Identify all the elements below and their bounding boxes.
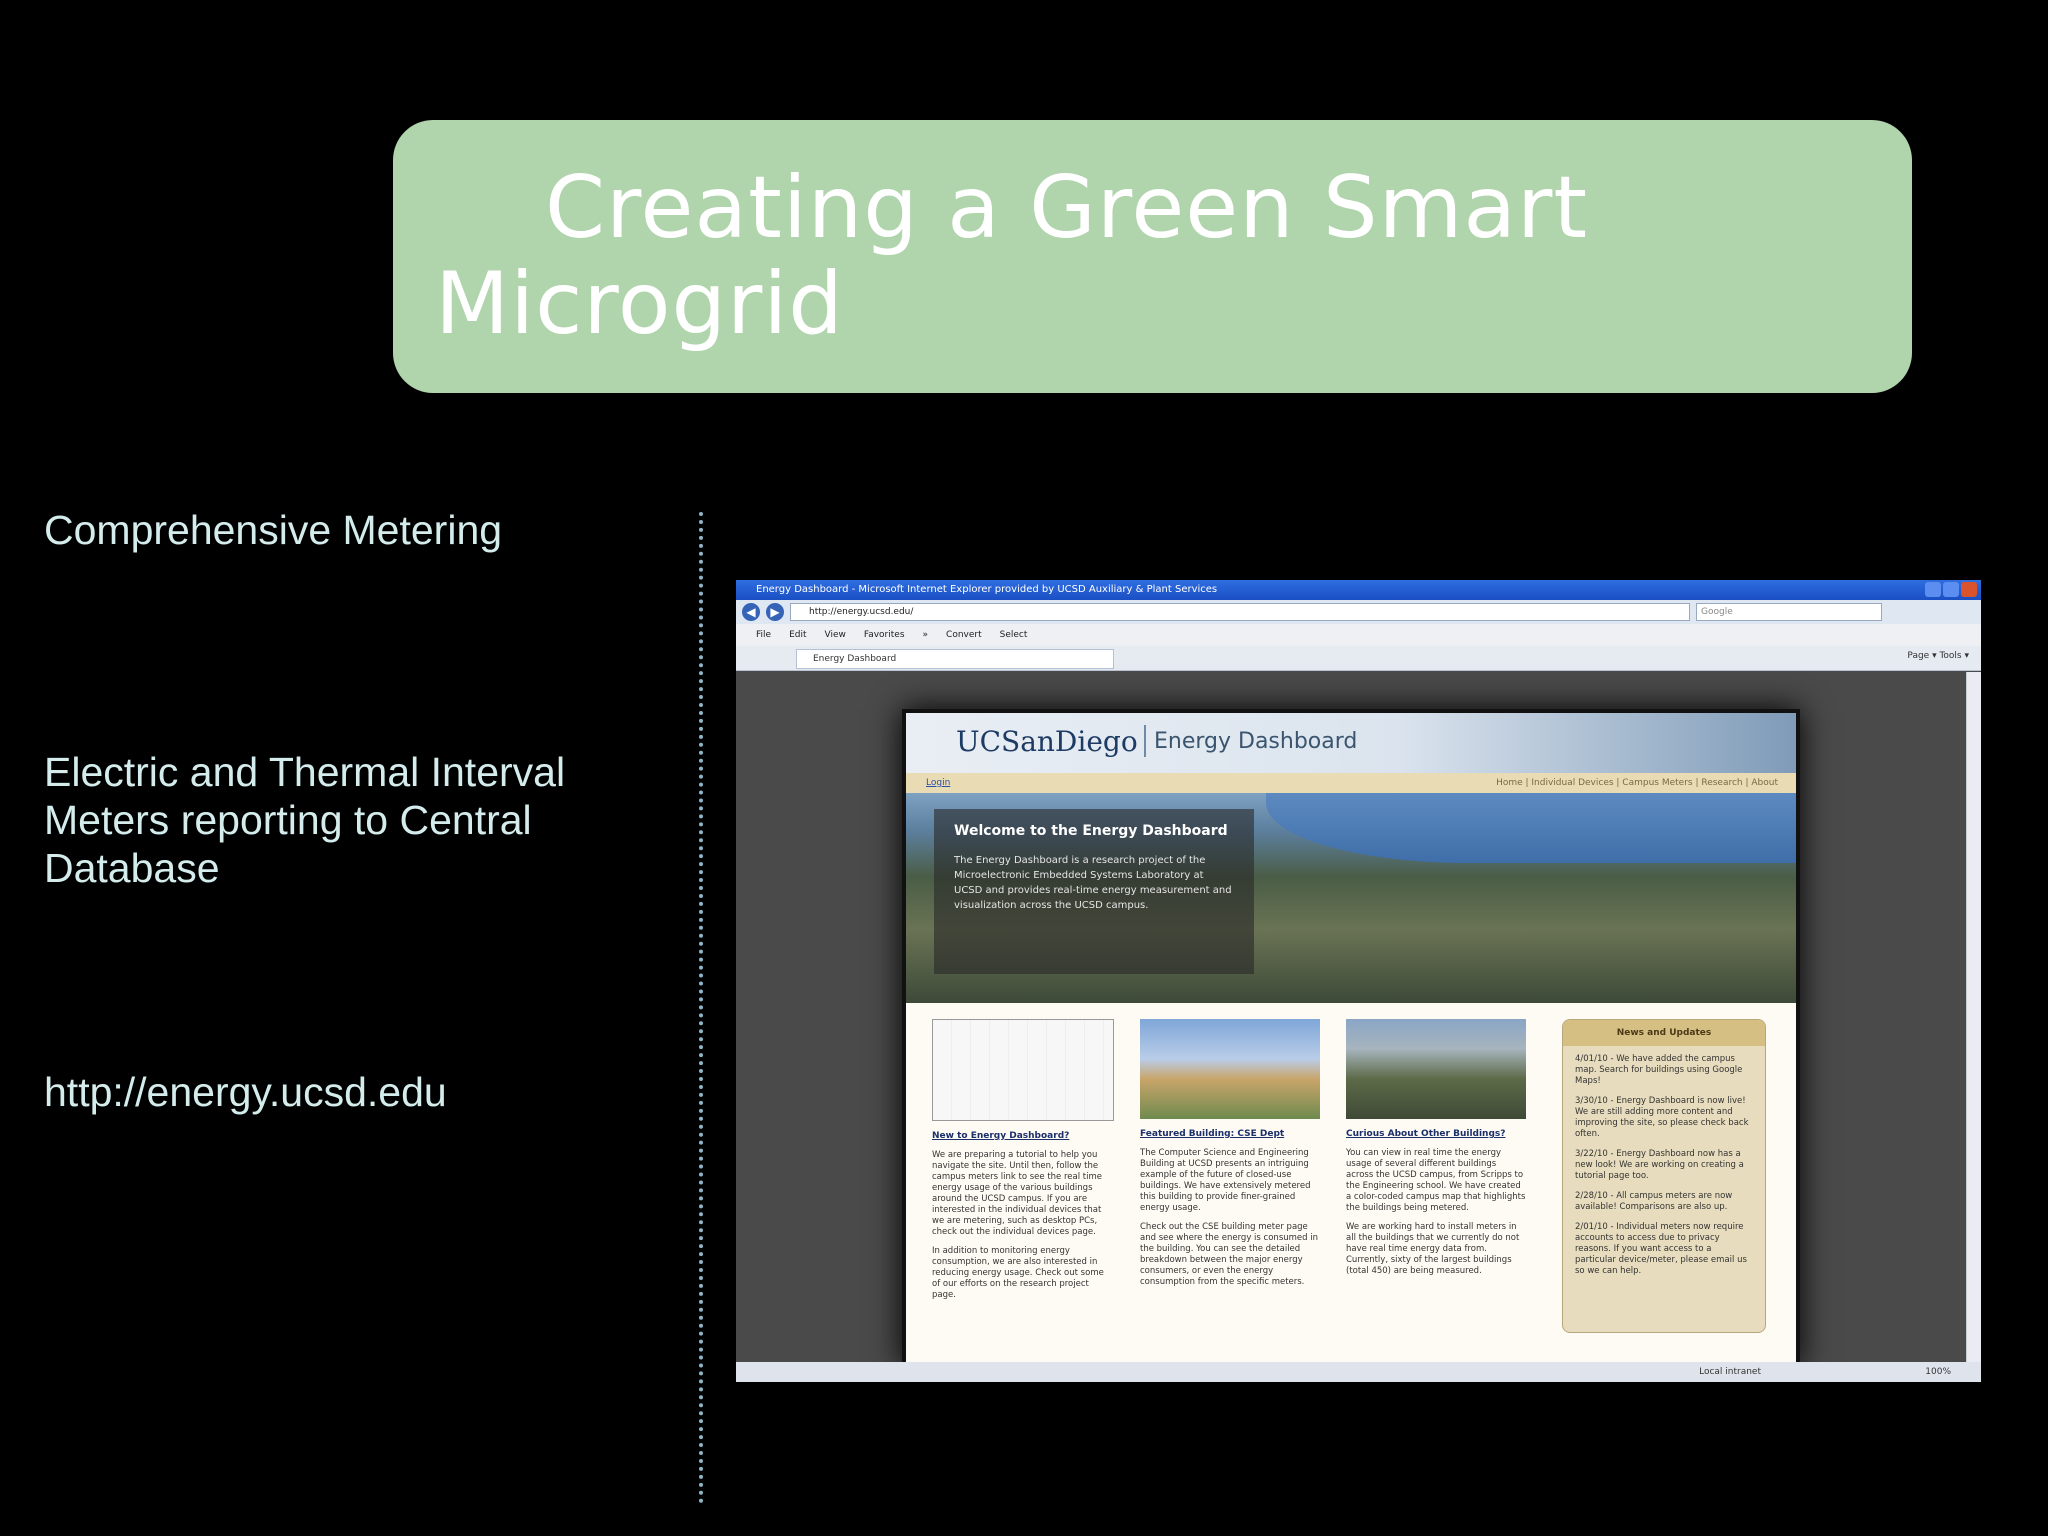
column-featured-building: Featured Building: CSE Dept The Computer… [1140,1019,1320,1296]
tab-energy-dashboard[interactable]: Energy Dashboard [796,649,1114,669]
news-item: 3/30/10 - Energy Dashboard is now live! … [1575,1096,1749,1139]
welcome-panel: Welcome to the Energy Dashboard The Ener… [934,809,1254,974]
news-item: 4/01/10 - We have added the campus map. … [1575,1054,1743,1086]
zoom-level[interactable]: 100% [1925,1362,1951,1382]
browser-screenshot: Energy Dashboard - Microsoft Internet Ex… [736,580,1981,1382]
news-item: 2/01/10 - Individual meters now require … [1575,1222,1747,1276]
news-item: 2/28/10 - All campus meters are now avai… [1575,1191,1733,1212]
ucsd-logo[interactable]: UCSanDiego [956,725,1138,758]
back-icon[interactable]: ◀ [742,603,760,621]
menu-select[interactable]: Select [1000,630,1028,640]
site-header: UCSanDiego Energy Dashboard [906,713,1796,773]
dotted-divider [699,512,703,1504]
menu-convert[interactable]: Convert [946,630,982,640]
menu-view[interactable]: View [825,630,846,640]
col1-title[interactable]: New to Energy Dashboard? [932,1131,1112,1142]
browser-window-title: Energy Dashboard - Microsoft Internet Ex… [756,584,1218,595]
menu-edit[interactable]: Edit [789,630,806,640]
energy-chart-thumbnail[interactable] [932,1019,1114,1121]
energy-dashboard-page: UCSanDiego Energy Dashboard Login Home |… [902,709,1800,1367]
col3-text-2: We are working hard to install meters in… [1346,1222,1520,1276]
news-item: 3/22/10 - Energy Dashboard now has a new… [1575,1149,1744,1181]
vertical-scrollbar[interactable] [1966,672,1981,1362]
welcome-title: Welcome to the Energy Dashboard [954,823,1228,839]
bullet-metering: Comprehensive Metering [44,507,503,553]
minimize-icon[interactable] [1925,582,1941,597]
browser-titlebar: Energy Dashboard - Microsoft Internet Ex… [736,580,1981,600]
nav-links[interactable]: Home | Individual Devices | Campus Meter… [1496,773,1778,793]
cse-building-photo[interactable] [1140,1019,1320,1119]
news-title: News and Updates [1563,1020,1765,1046]
bullet-interval-meters: Electric and Thermal Interval Meters rep… [44,749,566,891]
content-columns: New to Energy Dashboard? We are preparin… [932,1019,1772,1349]
search-input[interactable]: Google [1696,603,1882,621]
menu-favorites[interactable]: Favorites [864,630,905,640]
col1-text-2: In addition to monitoring energy consump… [932,1246,1104,1300]
address-bar: ◀ ▶ http://energy.ucsd.edu/ Google [736,600,1981,624]
tab-bar: Energy Dashboard Page ▾ Tools ▾ [736,646,1981,671]
slide-title: Creating a Green Smart Microgrid [435,158,1589,354]
col3-text-1: You can view in real time the energy usa… [1346,1148,1526,1213]
campus-aerial-photo: Welcome to the Energy Dashboard The Ener… [906,793,1796,1003]
logo-separator [1144,725,1146,757]
menu-file[interactable]: File [756,630,771,640]
site-title: Energy Dashboard [1154,729,1358,754]
security-zone: Local intranet [1699,1367,1761,1377]
window-controls [1925,582,1977,597]
col2-title[interactable]: Featured Building: CSE Dept [1140,1129,1320,1140]
campus-photo[interactable] [1346,1019,1526,1119]
login-link[interactable]: Login [926,773,950,793]
maximize-icon[interactable] [1943,582,1959,597]
col3-title[interactable]: Curious About Other Buildings? [1346,1129,1526,1140]
news-panel: News and Updates 4/01/10 - We have added… [1562,1019,1766,1333]
close-icon[interactable] [1961,582,1977,597]
bullet-url: http://energy.ucsd.edu [44,1069,447,1115]
command-bar[interactable]: Page ▾ Tools ▾ [1907,651,1969,661]
menu-bar: File Edit View Favorites » Convert Selec… [736,624,1981,646]
site-nav: Login Home | Individual Devices | Campus… [906,773,1796,793]
col2-text-2: Check out the CSE building meter page an… [1140,1222,1318,1287]
column-new-users: New to Energy Dashboard? We are preparin… [932,1019,1114,1309]
col2-text-1: The Computer Science and Engineering Bui… [1140,1148,1311,1213]
col1-text-1: We are preparing a tutorial to help you … [932,1150,1102,1237]
status-bar: Local intranet 100% [736,1362,1981,1382]
welcome-text: The Energy Dashboard is a research proje… [954,855,1232,911]
url-input[interactable]: http://energy.ucsd.edu/ [790,603,1690,621]
forward-icon[interactable]: ▶ [766,603,784,621]
title-banner: Creating a Green Smart Microgrid [393,120,1912,393]
menu-more[interactable]: » [923,630,929,640]
column-other-buildings: Curious About Other Buildings? You can v… [1346,1019,1526,1285]
ocean-area [1266,793,1796,863]
